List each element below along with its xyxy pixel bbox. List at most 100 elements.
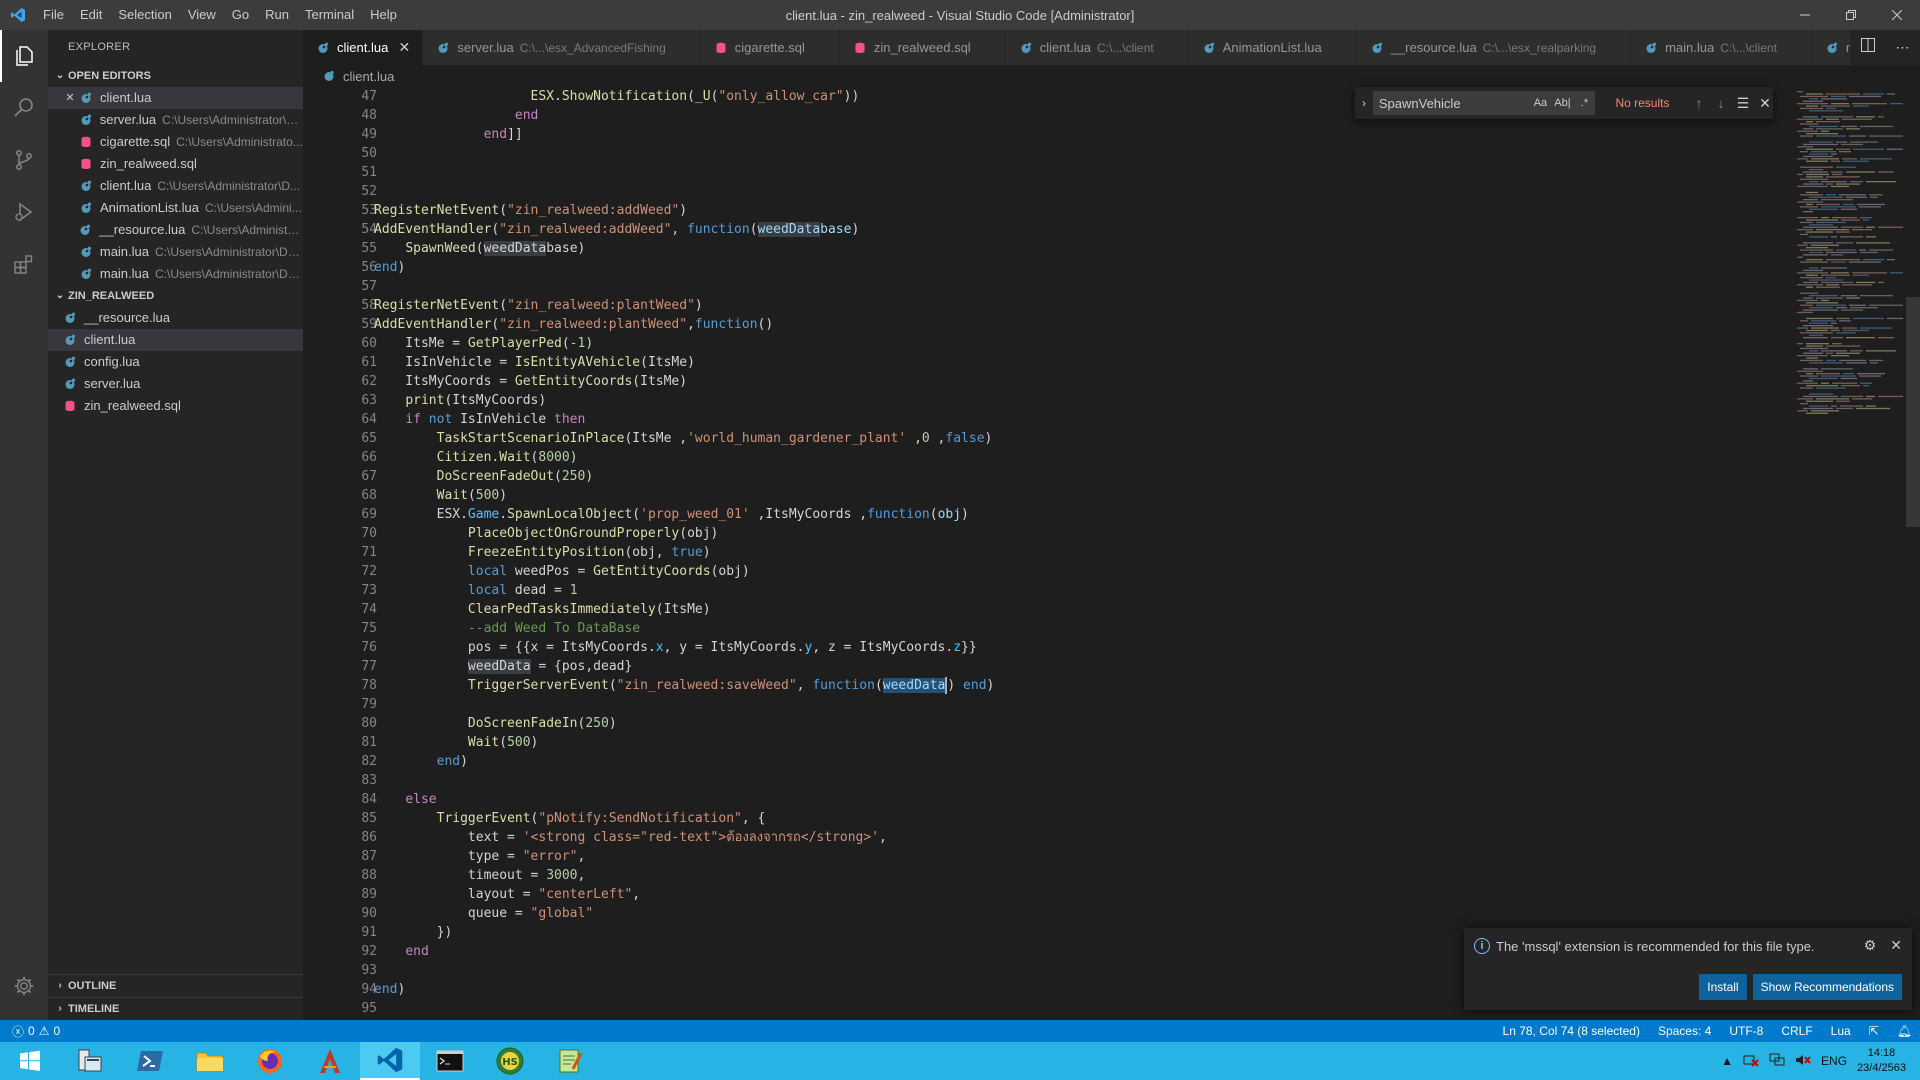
menu-run[interactable]: Run: [257, 0, 297, 30]
open-editor-item[interactable]: ✕ client.lua: [48, 87, 303, 109]
file-tree-item[interactable]: client.lua: [48, 329, 303, 351]
open-editor-item[interactable]: main.lua C:\Users\Administrator\De...: [48, 263, 303, 285]
close-find-button[interactable]: ✕: [1757, 95, 1773, 112]
minimap-line: [1821, 299, 1829, 302]
code-editor[interactable]: 47 48 49 50 51 52 53 54 55 56 57 58 59 60 61 62 63 64 65 66…: [303, 87, 1920, 1020]
code-token: 1: [569, 583, 578, 598]
cursor-position[interactable]: Ln 78, Col 74 (8 selected): [1503, 1024, 1640, 1038]
more-actions-button[interactable]: ⋯: [1896, 39, 1910, 56]
extensions-activity[interactable]: [0, 238, 48, 290]
problems-indicator[interactable]: ⓧ 0 ⚠ 0: [0, 1023, 60, 1040]
taskbar-aleph[interactable]: [300, 1042, 360, 1080]
taskbar-cmd[interactable]: [420, 1042, 480, 1080]
code-token: (: [632, 507, 641, 522]
file-tree-item[interactable]: server.lua: [48, 373, 303, 395]
language-mode[interactable]: Lua: [1831, 1024, 1851, 1038]
timeline-section[interactable]: › TIMELINE: [48, 997, 303, 1020]
run-debug-activity[interactable]: [0, 186, 48, 238]
file-tree-item[interactable]: zin_realweed.sql: [48, 395, 303, 417]
install-button[interactable]: Install: [1699, 974, 1747, 1000]
notification-close-button[interactable]: ✕: [1890, 937, 1902, 954]
live-share-icon[interactable]: ⇱: [1869, 1024, 1879, 1038]
menu-terminal[interactable]: Terminal: [297, 0, 362, 30]
scrollbar-thumb[interactable]: [1906, 297, 1920, 527]
restore-button[interactable]: [1828, 0, 1874, 30]
editor-tab[interactable]: AnimationList.lua: [1188, 30, 1357, 65]
close-window-button[interactable]: [1874, 0, 1920, 30]
volume-muted-icon[interactable]: [1795, 1053, 1811, 1070]
editor-tab[interactable]: client.lua ✕: [303, 30, 424, 65]
minimize-button[interactable]: [1782, 0, 1828, 30]
editor-tab[interactable]: cigarette.sql: [700, 30, 840, 65]
regex-toggle[interactable]: .*: [1575, 97, 1593, 109]
minimap[interactable]: [1793, 87, 1912, 1020]
menu-help[interactable]: Help: [362, 0, 405, 30]
find-in-selection-button[interactable]: ☰: [1735, 95, 1751, 112]
taskbar-file-explorer[interactable]: [180, 1042, 240, 1080]
open-editor-item[interactable]: cigarette.sql C:\Users\Administrato...: [48, 131, 303, 153]
menu-view[interactable]: View: [180, 0, 224, 30]
open-editor-item[interactable]: server.lua C:\Users\Administrator\D...: [48, 109, 303, 131]
editor-tab[interactable]: __resource.lua C:\...\esx_realparking: [1356, 30, 1632, 65]
search-activity[interactable]: [0, 82, 48, 134]
editor-tab[interactable]: client.lua C:\...\client: [1005, 30, 1189, 65]
file-tree-item[interactable]: __resource.lua: [48, 307, 303, 329]
menu-file[interactable]: File: [35, 0, 72, 30]
match-case-toggle[interactable]: Aa: [1531, 97, 1549, 109]
taskbar-powershell[interactable]: [120, 1042, 180, 1080]
folder-section[interactable]: ⌄ ZIN_REALWEED: [48, 285, 303, 307]
end-of-line[interactable]: CRLF: [1781, 1024, 1812, 1038]
open-editor-item[interactable]: __resource.lua C:\Users\Administra...: [48, 219, 303, 241]
minimap-line: [1836, 317, 1850, 320]
match-whole-word-toggle[interactable]: Ab|: [1553, 97, 1571, 109]
show-hidden-icons-button[interactable]: ▲: [1721, 1054, 1733, 1068]
taskbar-server-manager[interactable]: [60, 1042, 120, 1080]
code-token: ): [397, 982, 406, 997]
taskbar-vscode[interactable]: [360, 1042, 420, 1080]
taskbar-heidisql[interactable]: HS: [480, 1042, 540, 1080]
bell-icon[interactable]: 🔔︎: [1897, 1024, 1912, 1038]
network-warning-icon[interactable]: [1743, 1053, 1759, 1070]
manage-activity[interactable]: [0, 960, 48, 1012]
encoding[interactable]: UTF-8: [1729, 1024, 1763, 1038]
code-token: ): [947, 678, 964, 693]
code-token: GetEntityCoords: [514, 374, 633, 389]
start-button[interactable]: [0, 1042, 60, 1080]
taskbar-firefox[interactable]: [240, 1042, 300, 1080]
tab-close-icon[interactable]: ✕: [396, 39, 412, 56]
next-match-button[interactable]: ↓: [1713, 95, 1729, 112]
breadcrumb-file[interactable]: client.lua: [343, 69, 394, 84]
notification-settings-button[interactable]: ⚙: [1864, 937, 1877, 954]
source-control-activity[interactable]: [0, 134, 48, 186]
previous-match-button[interactable]: ↑: [1691, 95, 1707, 112]
editor-tab[interactable]: main.lua C:\...\client: [1631, 30, 1812, 65]
clock[interactable]: 14:18 23/4/2563: [1857, 1046, 1906, 1076]
menu-go[interactable]: Go: [224, 0, 257, 30]
editor-tab[interactable]: zin_realweed.sql: [839, 30, 1006, 65]
open-editors-section[interactable]: ⌄ OPEN EDITORS: [48, 65, 303, 87]
menu-selection[interactable]: Selection: [110, 0, 179, 30]
split-editor-button[interactable]: [1860, 38, 1875, 57]
open-editor-item[interactable]: client.lua C:\Users\Administrator\D...: [48, 175, 303, 197]
indentation[interactable]: Spaces: 4: [1658, 1024, 1711, 1038]
show-recommendations-button[interactable]: Show Recommendations: [1752, 974, 1902, 1000]
vertical-scrollbar[interactable]: [1906, 87, 1920, 1020]
toggle-replace-button[interactable]: ›: [1355, 96, 1373, 110]
input-language[interactable]: ENG: [1821, 1054, 1847, 1068]
open-editor-item[interactable]: main.lua C:\Users\Administrator\De...: [48, 241, 303, 263]
open-editor-item[interactable]: zin_realweed.sql: [48, 153, 303, 175]
minimap-line: [1806, 247, 1828, 249]
taskbar-notepad[interactable]: [540, 1042, 600, 1080]
outline-section[interactable]: › OUTLINE: [48, 974, 303, 997]
network-icon[interactable]: [1769, 1053, 1785, 1070]
code-line: timeout = 3000,: [371, 866, 1761, 885]
open-editor-item[interactable]: AnimationList.lua C:\Users\Admini...: [48, 197, 303, 219]
explorer-activity[interactable]: [0, 30, 48, 82]
file-tree-item[interactable]: config.lua: [48, 351, 303, 373]
code-token: )): [843, 89, 860, 104]
menu-edit[interactable]: Edit: [72, 0, 110, 30]
editor-tab[interactable]: server.lua C:\...\esx_AdvancedFishing: [423, 30, 701, 65]
chevron-down-icon: ⌄: [55, 70, 65, 81]
close-editor-icon[interactable]: ✕: [62, 87, 78, 109]
